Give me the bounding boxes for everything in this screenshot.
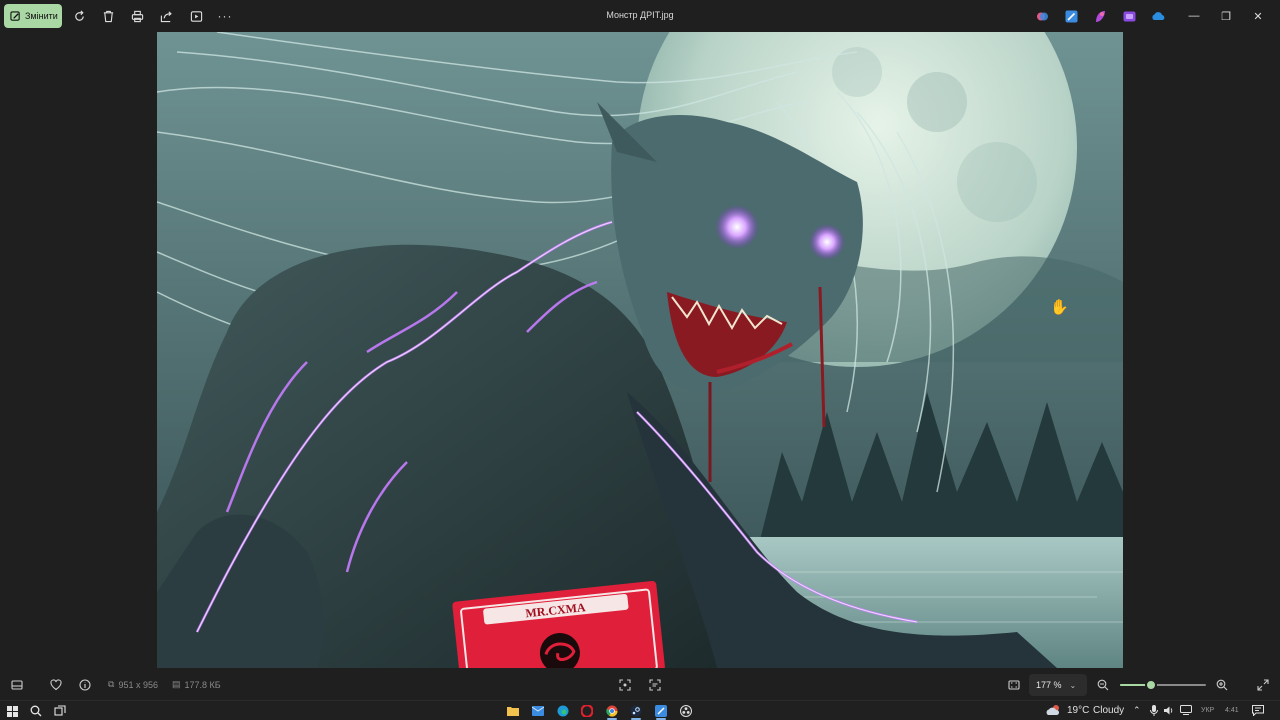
taskbar-image-creator-icon[interactable] (654, 704, 668, 718)
more-button[interactable]: ··· (215, 6, 235, 26)
fit-to-window-button[interactable] (1006, 677, 1022, 693)
dimensions-icon: ⧉ (108, 679, 115, 689)
title-bar: Змінити ··· Монстр ДРІТ.jpg — ❐ ✕ (0, 0, 1280, 32)
file-explorer-icon[interactable] (506, 704, 520, 718)
zoom-slider[interactable] (1120, 679, 1206, 691)
designer-icon[interactable] (1092, 8, 1108, 24)
image-creator-icon[interactable] (1063, 8, 1079, 24)
volume-icon[interactable] (1164, 705, 1175, 719)
weather-temperature: 19°C (1067, 705, 1090, 716)
task-view-button[interactable] (53, 704, 67, 718)
file-size-text: 177.8 КБ (184, 679, 221, 690)
zoom-dropdown[interactable]: 177 % ⌄ (1029, 674, 1087, 696)
edit-button-label: Змінити (25, 11, 58, 21)
crop-select-icon (619, 679, 631, 691)
microphone-icon[interactable] (1150, 705, 1158, 719)
full-screen-button[interactable] (1255, 677, 1271, 693)
weather-condition: Cloudy (1093, 705, 1125, 716)
steam-icon[interactable] (629, 704, 643, 718)
zoom-value: 177 % (1036, 680, 1062, 690)
delete-button[interactable] (98, 6, 118, 26)
photos-app-window: Змінити ··· Монстр ДРІТ.jpg — ❐ ✕ MR.CXM… (0, 0, 1280, 700)
weather-icon[interactable] (1046, 703, 1062, 720)
close-button[interactable]: ✕ (1242, 6, 1274, 26)
more-icon: ··· (217, 9, 233, 23)
network-icon[interactable] (1180, 705, 1192, 718)
obs-icon[interactable] (679, 704, 693, 718)
print-icon (131, 10, 143, 22)
task-view-icon (54, 705, 66, 716)
zoom-out-icon (1097, 679, 1109, 691)
slideshow-button[interactable] (186, 6, 206, 26)
fit-window-icon (1008, 680, 1020, 690)
zoom-slider-thumb[interactable] (1144, 679, 1157, 691)
notifications-icon[interactable] (1252, 705, 1264, 719)
heart-icon (50, 679, 62, 691)
search-icon (30, 705, 42, 717)
onedrive-icon[interactable] (1150, 8, 1166, 24)
windows-taskbar: 19°C Cloudy ⌃ УКР 4:41 (0, 700, 1280, 720)
favorite-button[interactable] (48, 677, 64, 693)
image-dimensions: ⧉ 951 x 956 (108, 679, 158, 690)
chevron-up-icon[interactable]: ⌃ (1133, 705, 1141, 716)
select-area-button[interactable] (617, 677, 633, 693)
clipchamp-icon[interactable] (1121, 8, 1137, 24)
edit-icon (10, 10, 20, 21)
rotate-button[interactable] (69, 6, 89, 26)
share-button[interactable] (156, 6, 176, 26)
maximize-button[interactable]: ❐ (1210, 6, 1242, 26)
copilot-icon[interactable] (1034, 8, 1050, 24)
minimize-button[interactable]: — (1178, 6, 1210, 26)
file-size: ▤ 177.8 КБ (172, 679, 221, 690)
image-viewer[interactable]: MR.CXMA ✋ (157, 32, 1123, 668)
info-icon (79, 679, 91, 691)
slideshow-icon (190, 10, 202, 22)
print-button[interactable] (127, 6, 147, 26)
window-controls: — ❐ ✕ (1178, 6, 1274, 26)
zoom-in-icon (1216, 679, 1228, 691)
opera-icon[interactable] (580, 704, 594, 718)
app-shortcuts (1034, 8, 1166, 24)
windows-logo-icon (6, 705, 18, 717)
hand-cursor-icon: ✋ (1050, 299, 1069, 316)
dimensions-text: 951 x 956 (118, 679, 158, 690)
clock[interactable]: 4:41 (1225, 707, 1239, 714)
visual-search-icon (649, 679, 661, 691)
zoom-out-button[interactable] (1095, 677, 1111, 693)
file-info-button[interactable] (77, 677, 93, 693)
zoom-in-button[interactable] (1214, 677, 1230, 693)
language-indicator[interactable]: УКР (1201, 707, 1214, 714)
chrome-icon[interactable] (605, 704, 619, 718)
chevron-down-icon: ⌄ (1069, 680, 1077, 690)
monster-image: MR.CXMA (157, 32, 1123, 668)
visual-search-button[interactable] (647, 677, 663, 693)
status-bar: ⧉ 951 x 956 ▤ 177.8 КБ 177 % ⌄ (0, 670, 1280, 700)
delete-icon (103, 10, 113, 22)
file-size-icon: ▤ (172, 679, 181, 689)
filmstrip-icon (11, 680, 23, 690)
mail-icon[interactable] (531, 704, 545, 718)
rotate-icon (74, 10, 84, 21)
filmstrip-toggle-button[interactable] (9, 677, 25, 693)
edge-icon[interactable] (556, 704, 570, 718)
taskbar-search-button[interactable] (29, 704, 43, 718)
start-button[interactable] (5, 704, 19, 718)
share-icon (160, 10, 172, 22)
expand-icon (1257, 679, 1269, 691)
edit-button[interactable]: Змінити (4, 4, 62, 28)
